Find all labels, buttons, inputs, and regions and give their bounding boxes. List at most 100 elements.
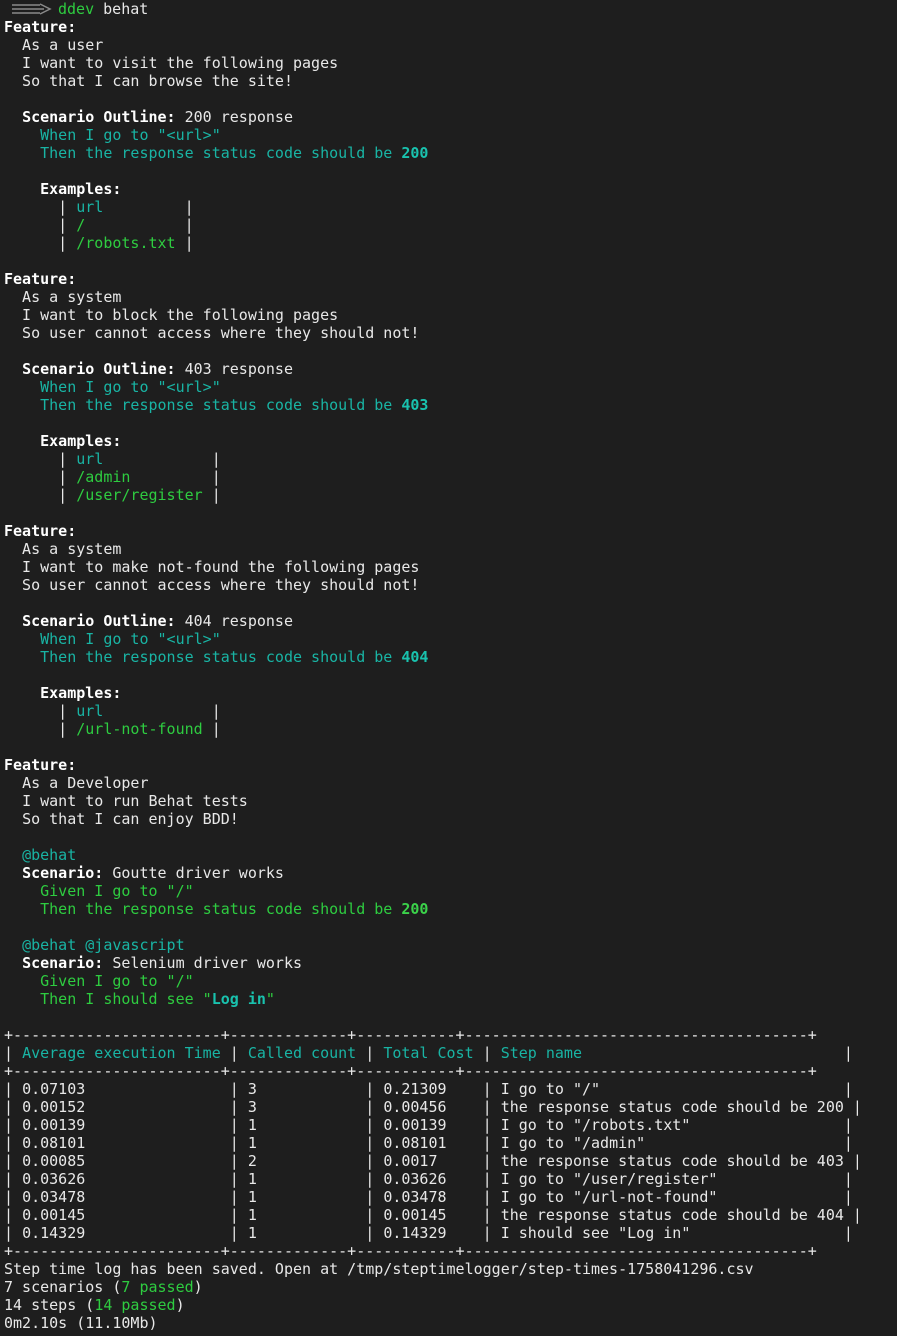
step-when: When I go to "<url>" bbox=[4, 378, 221, 396]
scenario-heading: Scenario Outline: 200 response bbox=[22, 108, 293, 126]
examples-row: | /robots.txt | bbox=[4, 234, 194, 252]
table-cell: 0.07103 bbox=[22, 1080, 221, 1098]
table-cell: 1 bbox=[247, 1134, 357, 1152]
table-row: | 0.14329 | 1 | 0.14329 | I should see "… bbox=[4, 1224, 853, 1242]
table-header-cell: Called count bbox=[247, 1044, 357, 1062]
table-cell: the response status code should be 404 bbox=[500, 1206, 844, 1224]
table-cell: 0.14329 bbox=[22, 1224, 221, 1242]
table-cell: 3 bbox=[247, 1098, 357, 1116]
step-then: Then the response status code should be … bbox=[40, 144, 429, 162]
table-row: | 0.08101 | 1 | 0.08101 | I go to "/admi… bbox=[4, 1134, 853, 1152]
examples-row: | url | bbox=[4, 450, 221, 468]
table-cell: I go to "/url-not-found" bbox=[500, 1188, 835, 1206]
table-row: | 0.00085 | 2 | 0.0017 | the response st… bbox=[4, 1152, 862, 1170]
examples-cell: /url-not-found bbox=[76, 720, 203, 738]
table-cell: 1 bbox=[247, 1224, 357, 1242]
step-when: When I go to "<url>" bbox=[4, 126, 221, 144]
examples-row: | url | bbox=[4, 702, 221, 720]
feature-description: I want to visit the following pages bbox=[4, 54, 339, 72]
table-row: | 0.00145 | 1 | 0.00145 | the response s… bbox=[4, 1206, 862, 1224]
table-cell: I should see "Log in" bbox=[500, 1224, 835, 1242]
table-cell: 0.00152 bbox=[22, 1098, 221, 1116]
feature-label: Feature: bbox=[4, 756, 77, 774]
table-cell: 0.08101 bbox=[383, 1134, 474, 1152]
examples-cell: url bbox=[76, 198, 176, 216]
scenario-heading: Scenario Outline: 403 response bbox=[22, 360, 293, 378]
examples-row: | url | bbox=[4, 198, 194, 216]
examples-cell: / bbox=[76, 216, 176, 234]
table-cell: 1 bbox=[247, 1170, 357, 1188]
table-row: | 0.03478 | 1 | 0.03478 | I go to "/url-… bbox=[4, 1188, 853, 1206]
table-cell: 0.00085 bbox=[22, 1152, 221, 1170]
table-row: | 0.00152 | 3 | 0.00456 | the response s… bbox=[4, 1098, 862, 1116]
step-given: Given I go to "/" bbox=[40, 972, 194, 990]
table-cell: I go to "/robots.txt" bbox=[500, 1116, 835, 1134]
step-then: Then I should see "Log in" bbox=[40, 990, 275, 1008]
step-given: Given I go to "/" bbox=[40, 882, 194, 900]
table-row: | 0.07103 | 3 | 0.21309 | I go to "/" | bbox=[4, 1080, 853, 1098]
table-cell: 1 bbox=[247, 1188, 357, 1206]
examples-heading: Examples: bbox=[40, 180, 122, 198]
step-when: When I go to "<url>" bbox=[4, 630, 221, 648]
table-cell: the response status code should be 200 bbox=[500, 1098, 844, 1116]
table-row: | 0.00139 | 1 | 0.00139 | I go to "/robo… bbox=[4, 1116, 853, 1134]
table-header-cell: Step name bbox=[500, 1044, 835, 1062]
table-cell: 0.21309 bbox=[383, 1080, 474, 1098]
feature-label: Feature: bbox=[4, 18, 77, 36]
table-cell: 0.03626 bbox=[22, 1170, 221, 1188]
feature-description: As a system bbox=[4, 540, 122, 558]
feature-description: So user cannot access where they should … bbox=[4, 576, 420, 594]
prompt-args: behat bbox=[94, 0, 149, 18]
table-border: +-----------------------+-------------+-… bbox=[4, 1026, 817, 1044]
step-then: Then the response status code should be … bbox=[40, 396, 429, 414]
examples-cell: url bbox=[76, 450, 203, 468]
step-then: Then the response status code should be … bbox=[40, 900, 429, 918]
table-cell: 0.00139 bbox=[22, 1116, 221, 1134]
examples-row: | /url-not-found | bbox=[4, 720, 221, 738]
feature-label: Feature: bbox=[4, 522, 77, 540]
table-cell: 3 bbox=[247, 1080, 357, 1098]
feature-description: So that I can enjoy BDD! bbox=[22, 810, 239, 828]
feature-description: So user cannot access where they should … bbox=[4, 324, 420, 342]
table-cell: 0.00145 bbox=[22, 1206, 221, 1224]
examples-cell: /admin bbox=[76, 468, 203, 486]
scenario-heading: Scenario Outline: 404 response bbox=[22, 612, 293, 630]
prompt-command: ddev bbox=[58, 0, 95, 18]
table-header-cell: Average execution Time bbox=[22, 1044, 221, 1062]
examples-heading: Examples: bbox=[40, 684, 122, 702]
scenario-tag: @behat @javascript bbox=[22, 936, 185, 954]
terminal-output: ddev behat Feature: As a user I want to … bbox=[0, 0, 897, 1332]
table-cell: I go to "/user/register" bbox=[500, 1170, 835, 1188]
table-header-cell: Total Cost bbox=[383, 1044, 474, 1062]
table-cell: 0.03478 bbox=[383, 1188, 474, 1206]
scenario-heading: Scenario: Goutte driver works bbox=[22, 864, 284, 882]
table-cell: 0.00139 bbox=[383, 1116, 474, 1134]
feature-description: As a Developer bbox=[22, 774, 149, 792]
table-cell: 0.00456 bbox=[383, 1098, 474, 1116]
examples-cell: url bbox=[76, 702, 203, 720]
table-cell: I go to "/admin" bbox=[500, 1134, 835, 1152]
table-cell: I go to "/" bbox=[500, 1080, 835, 1098]
table-cell: 1 bbox=[247, 1116, 357, 1134]
feature-label: Feature: bbox=[4, 270, 77, 288]
table-cell: 0.00145 bbox=[383, 1206, 474, 1224]
scenarios-summary: 7 scenarios (7 passed) bbox=[4, 1278, 203, 1296]
feature-block: Feature: As a system I want to block the… bbox=[4, 270, 897, 522]
steps-summary: 14 steps (14 passed) bbox=[4, 1296, 185, 1314]
table-cell: 0.03478 bbox=[22, 1188, 221, 1206]
examples-cell: /robots.txt bbox=[76, 234, 176, 252]
feature-block: Feature: As a Developer I want to run Be… bbox=[4, 756, 897, 1026]
examples-heading: Examples: bbox=[40, 432, 122, 450]
table-header-row: | Average execution Time | Called count … bbox=[4, 1044, 853, 1062]
feature-description: So that I can browse the site! bbox=[4, 72, 293, 90]
prompt-line: ddev behat bbox=[4, 0, 897, 18]
table-cell: 0.0017 bbox=[383, 1152, 474, 1170]
feature-description: As a system bbox=[4, 288, 122, 306]
step-then: Then the response status code should be … bbox=[40, 648, 429, 666]
table-cell: 0.14329 bbox=[383, 1224, 474, 1242]
table-cell: 1 bbox=[247, 1206, 357, 1224]
feature-block: Feature: As a user I want to visit the f… bbox=[4, 18, 897, 270]
table-cell: the response status code should be 403 bbox=[500, 1152, 844, 1170]
run-time: 0m2.10s (11.10Mb) bbox=[4, 1314, 158, 1332]
table-border: +-----------------------+-------------+-… bbox=[4, 1062, 817, 1080]
